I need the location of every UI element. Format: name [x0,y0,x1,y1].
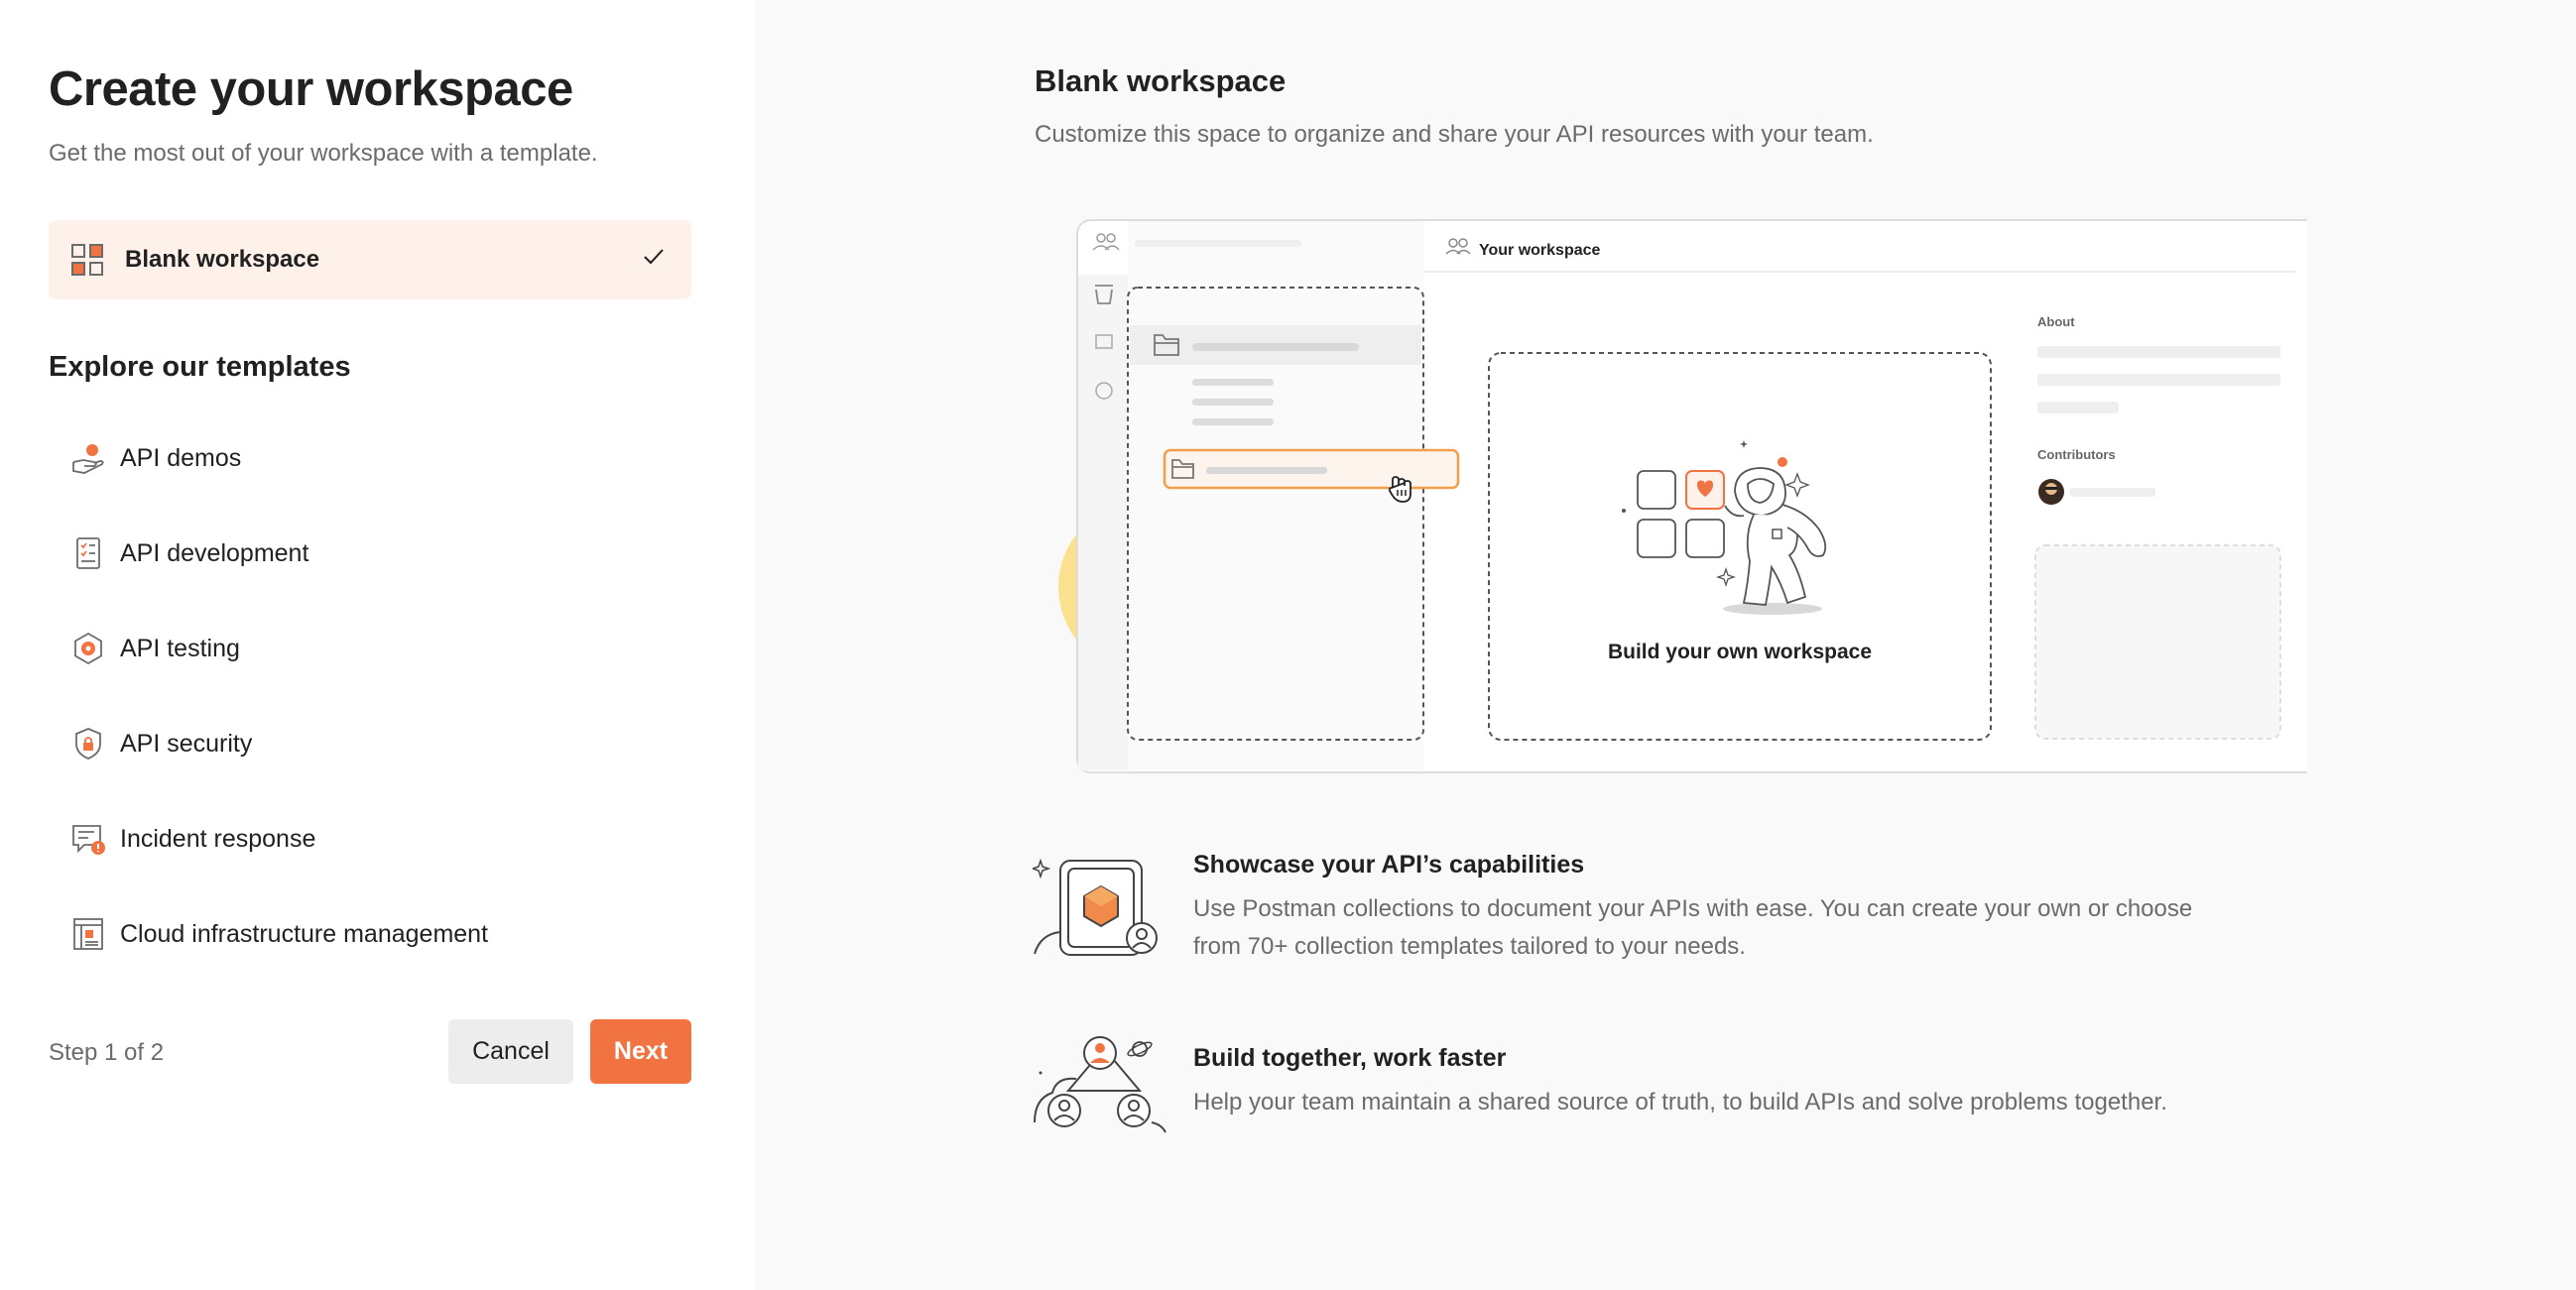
workspace-label: Your workspace [1479,242,1601,259]
workspace-illustration: Your workspace Build your own workspace [1058,219,2307,773]
template-label: API testing [120,634,240,662]
left-panel: Create your workspace Get the most out o… [0,0,755,1290]
template-label: API demos [120,443,242,472]
template-label: API security [120,729,253,758]
template-api-development[interactable]: API development [49,524,691,583]
avatar [2038,479,2064,505]
hexagon-gear-icon [70,631,106,666]
feature-title: Build together, work faster [1193,1044,1507,1072]
checklist-icon [70,535,106,571]
about-label: About [2037,314,2075,329]
template-label: Cloud infrastructure management [120,919,489,948]
template-label: API development [120,538,309,567]
next-button[interactable]: Next [590,1019,691,1084]
shield-lock-icon [70,726,106,762]
step-indicator: Step 1 of 2 [49,1039,165,1066]
feature-description: Help your team maintain a shared source … [1193,1084,2304,1121]
page-subtitle: Get the most out of your workspace with … [49,140,598,167]
explore-templates-heading: Explore our templates [49,351,351,383]
blank-workspace-option[interactable]: Blank workspace [49,220,691,299]
center-caption: Build your own workspace [1608,641,1872,663]
feature-description-line: Help your team maintain a shared source … [1193,1089,2167,1115]
feature-description-line: from 70+ collection templates tailored t… [1193,933,1746,960]
feature-description-line: Use Postman collections to document your… [1193,895,2193,922]
hand-coin-icon [70,440,106,476]
template-api-testing[interactable]: API testing [49,619,691,678]
server-rack-icon [70,916,106,952]
feature-title: Showcase your API’s capabilities [1193,851,1585,879]
preview-panel: Blank workspace Customize this space to … [755,0,2576,1290]
checkmark-icon [644,249,664,265]
grid-icon [71,244,103,276]
template-api-security[interactable]: API security [49,714,691,773]
preview-subtitle: Customize this space to organize and sha… [1035,121,1874,148]
team-network-icon [1034,1036,1166,1133]
page-title: Create your workspace [49,62,573,116]
template-label: Incident response [120,824,316,853]
template-api-demos[interactable]: API demos [49,428,691,488]
placeholder-card [2034,544,2281,740]
build-workspace-card [1488,352,1992,741]
template-incident-response[interactable]: Incident response [49,809,691,869]
feature-description: Use Postman collections to document your… [1193,890,2304,966]
alert-message-icon [70,821,106,857]
preview-title: Blank workspace [1035,63,1287,98]
contributors-label: Contributors [2037,447,2116,462]
template-cloud-infrastructure[interactable]: Cloud infrastructure management [49,904,691,964]
cancel-button[interactable]: Cancel [448,1019,573,1084]
collection-showcase-icon [1033,858,1158,956]
blank-workspace-label: Blank workspace [125,246,320,273]
